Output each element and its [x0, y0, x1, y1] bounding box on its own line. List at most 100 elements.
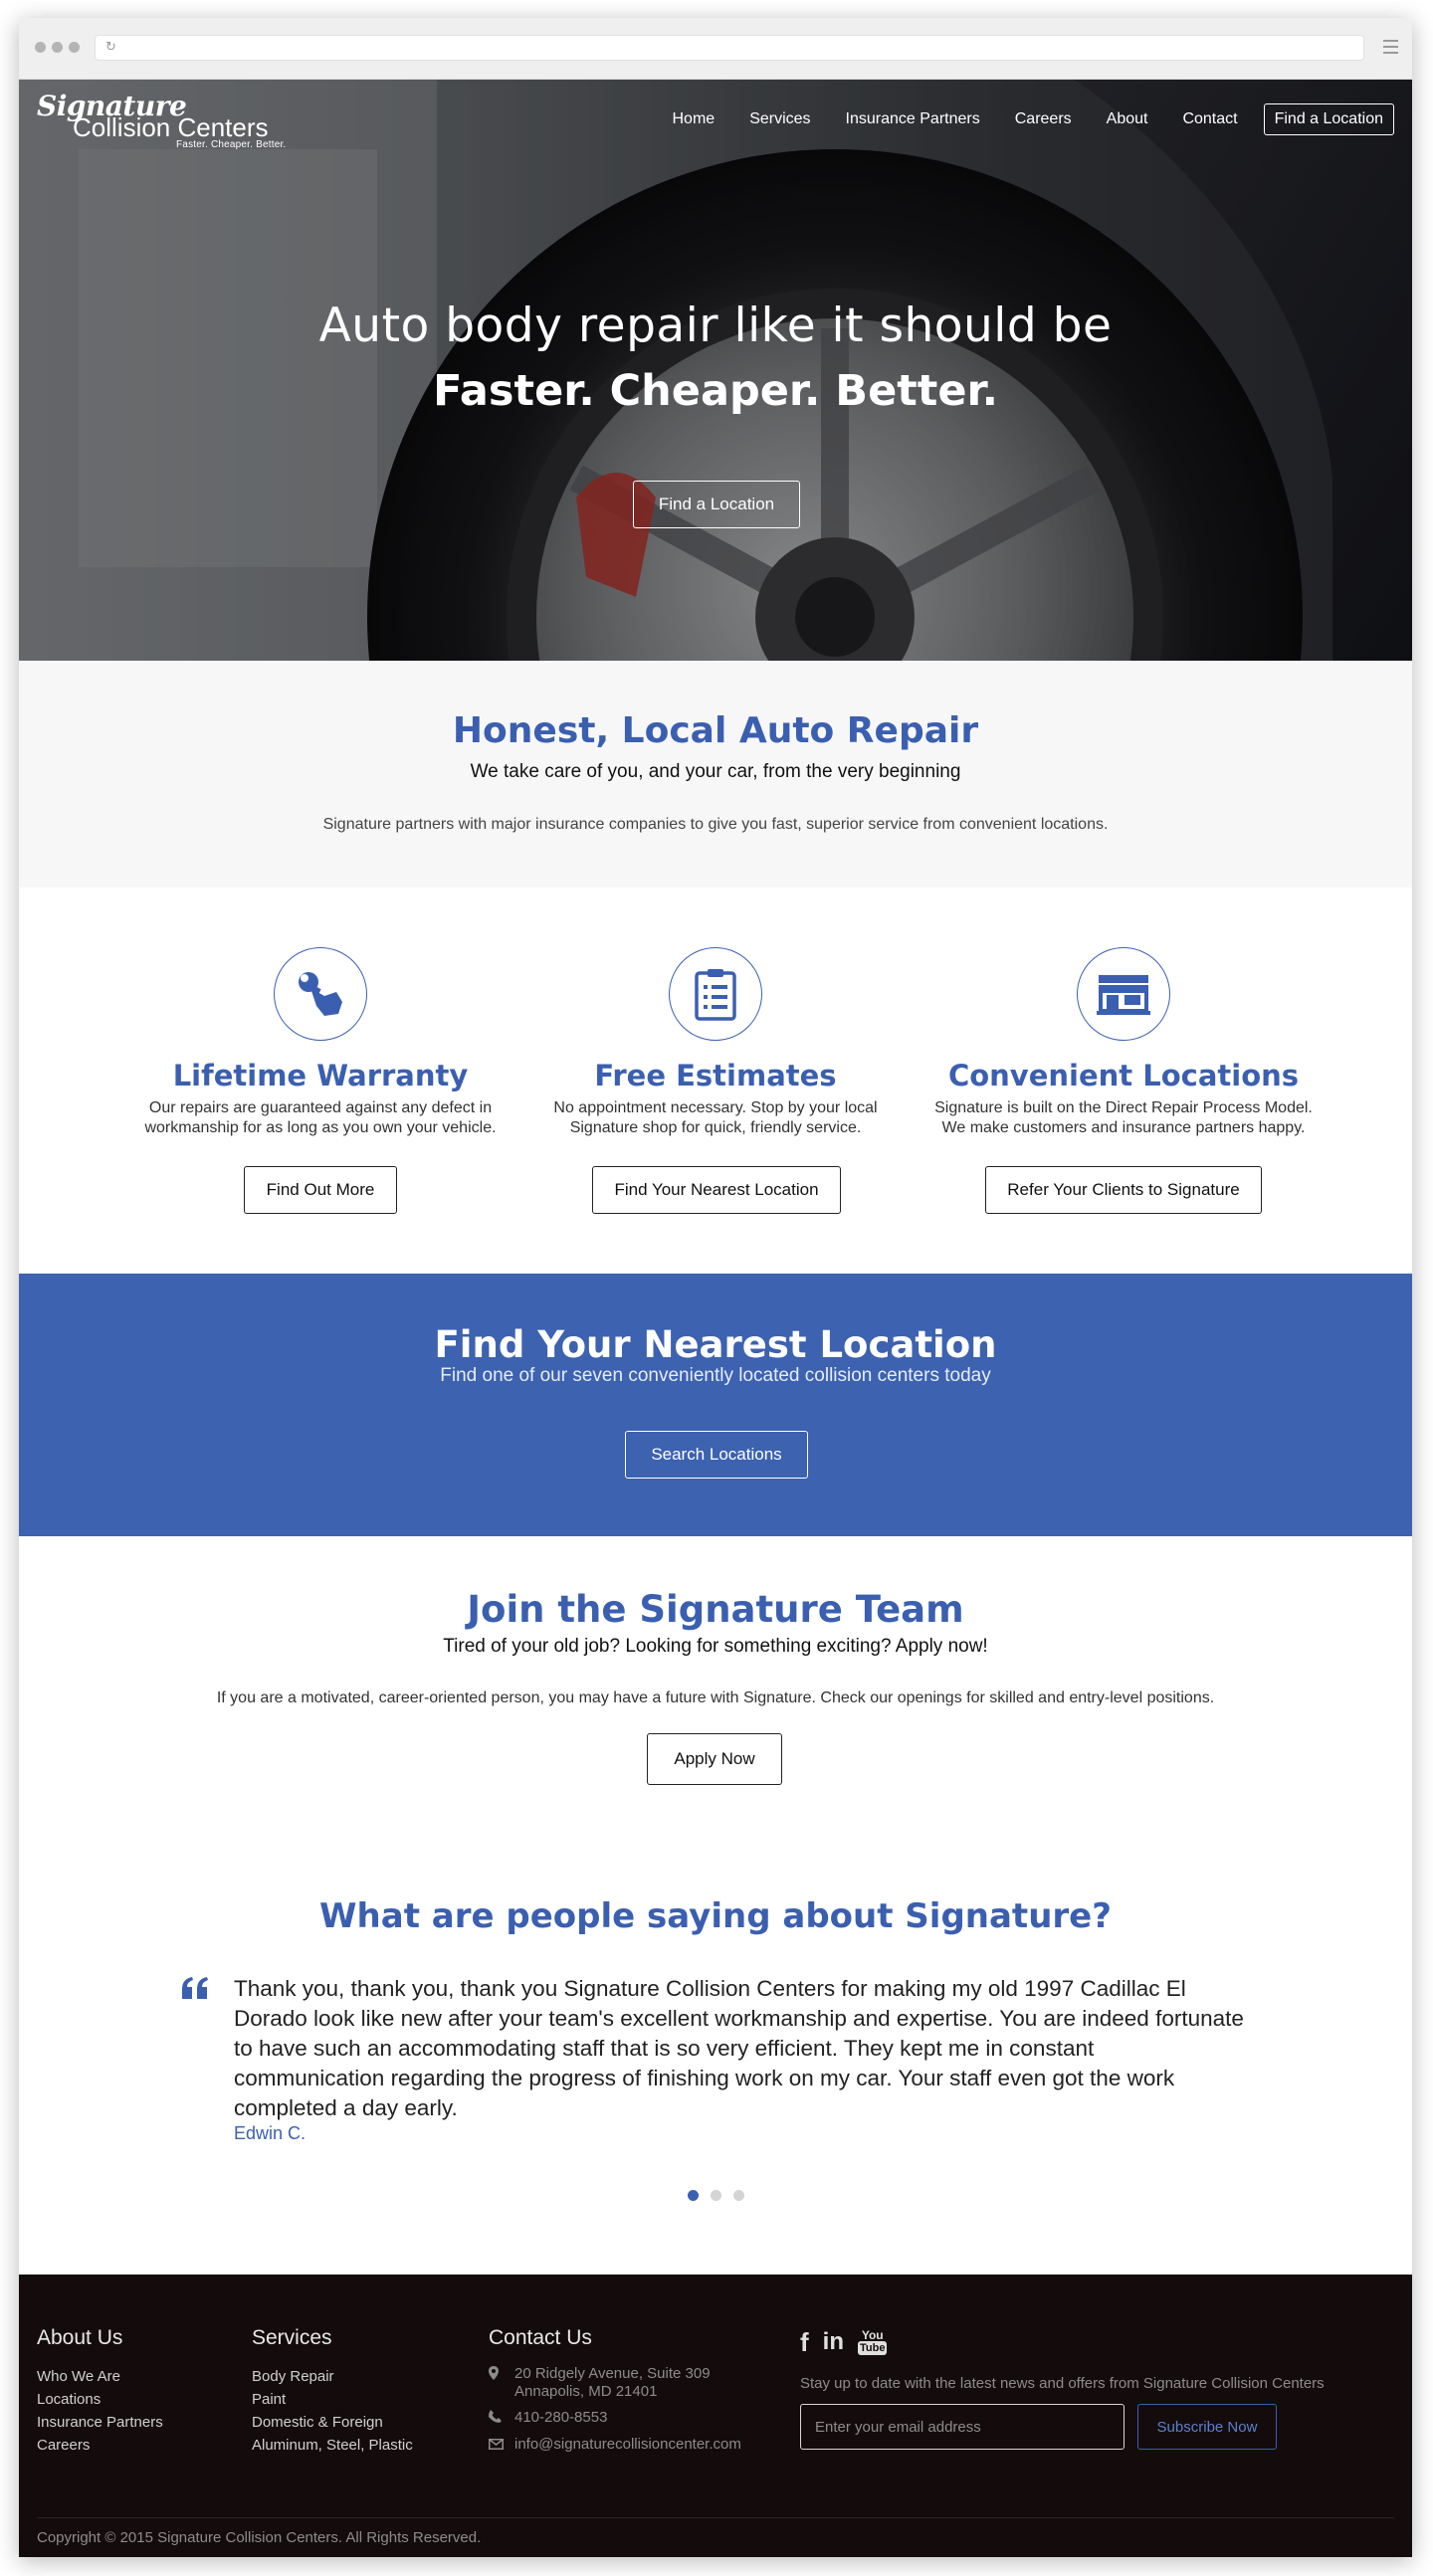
testimonial-quote: Thank you, thank you, thank you Signatur… [234, 1976, 1244, 2120]
contact-phone: 410-280-8553 [489, 2409, 741, 2428]
footer-link-aluminum-steel-plastic[interactable]: Aluminum, Steel, Plastic [252, 2434, 413, 2457]
storefront-icon [1077, 947, 1170, 1041]
footer-link-locations[interactable]: Locations [37, 2388, 163, 2411]
intro-subtitle: We take care of you, and your car, from … [470, 761, 961, 782]
intro-body: Signature partners with major insurance … [322, 816, 1109, 833]
testimonial-section: What are people saying about Signature? … [19, 1835, 1412, 2275]
linkedin-icon[interactable]: in [823, 2329, 844, 2355]
footer-link-who-we-are[interactable]: Who We Are [37, 2365, 163, 2388]
newsletter-email-input[interactable] [800, 2404, 1125, 2450]
band-subtitle: Find one of our seven conveniently locat… [440, 1365, 991, 1386]
nav-contact[interactable]: Contact [1182, 110, 1237, 128]
join-title: Join the Signature Team [467, 1588, 964, 1631]
site-footer: About Us Who We Are Locations Insurance … [19, 2275, 1412, 2557]
join-body: If you are a motivated, career-oriented … [216, 1689, 1215, 1706]
contact-address-text: 20 Ridgely Avenue, Suite 309 Annapolis, M… [514, 2365, 711, 2401]
testimonial-author: Edwin C. [234, 2123, 307, 2143]
contact-address: 20 Ridgely Avenue, Suite 309 Annapolis, M… [489, 2365, 741, 2401]
address-line: Annapolis, MD 21401 [514, 2383, 658, 2400]
hero-find-location-button[interactable]: Find a Location [633, 481, 800, 528]
footer-link-insurance-partners[interactable]: Insurance Partners [37, 2411, 163, 2434]
quote-icon [182, 1977, 208, 1999]
window-controls [35, 42, 80, 53]
nav-careers[interactable]: Careers [1015, 110, 1072, 128]
logo-main-text: Collision Centers [73, 112, 269, 142]
contact-email: info@signaturecollisioncenter.com [489, 2436, 741, 2455]
find-out-more-button[interactable]: Find Out More [244, 1166, 397, 1214]
minimize-window-dot[interactable] [52, 42, 63, 53]
carousel-dot[interactable] [688, 2190, 699, 2201]
newsletter-text: Stay up to date with the latest news and… [800, 2375, 1325, 2392]
hero-tagline: Faster. Cheaper. Better. [433, 366, 998, 416]
copyright-text: Copyright © 2015 Signature Collision Cen… [37, 2529, 482, 2546]
browser-chrome: ↻ [19, 18, 1412, 80]
hero-title: Auto body repair like it should be [318, 298, 1113, 353]
footer-heading: Services [252, 2326, 332, 2349]
nav-home[interactable]: Home [673, 110, 716, 128]
footer-contact-column: Contact Us 20 Ridgely Avenue, Suite 309 A… [489, 2326, 741, 2461]
nav-insurance-partners[interactable]: Insurance Partners [846, 110, 980, 128]
feature-text: No appointment necessary. Stop by your l… [507, 1098, 924, 1138]
footer-services-column: Services Body Repair Paint Domestic & Fo… [252, 2326, 413, 2457]
band-title: Find Your Nearest Location [434, 1323, 997, 1366]
reload-icon[interactable]: ↻ [105, 40, 116, 55]
feature-title: Lifetime Warranty [172, 1059, 469, 1092]
nav-find-location-button[interactable]: Find a Location [1263, 103, 1394, 135]
phone-icon [489, 2409, 514, 2428]
feature-text-line: Signature shop for quick, friendly servi… [569, 1119, 862, 1136]
footer-link-body-repair[interactable]: Body Repair [252, 2365, 413, 2388]
feature-title: Free Estimates [594, 1059, 837, 1092]
nav-services[interactable]: Services [749, 110, 810, 128]
feature-text-line: No appointment necessary. Stop by your l… [553, 1099, 878, 1116]
facebook-icon[interactable]: f [800, 2329, 809, 2355]
envelope-icon [489, 2436, 514, 2455]
carousel-dot[interactable] [711, 2190, 721, 2201]
maximize-window-dot[interactable] [69, 42, 80, 53]
wrench-icon [274, 947, 367, 1041]
find-location-band: Find Your Nearest Location Find one of o… [19, 1274, 1412, 1536]
browser-window: ↻ Signature Collision Centers Faster. Ch… [19, 18, 1412, 2557]
intro-title: Honest, Local Auto Repair [452, 710, 979, 751]
contact-phone-text[interactable]: 410-280-8553 [514, 2409, 607, 2427]
main-nav: Home Services Insurance Partners Careers… [638, 103, 1394, 135]
footer-about-column: About Us Who We Are Locations Insurance … [37, 2326, 163, 2457]
logo-tagline: Faster. Cheaper. Better. [176, 139, 287, 150]
feature-text-line: We make customers and insurance partners… [941, 1119, 1306, 1136]
feature-text-line: workmanship for as long as you own your … [144, 1119, 497, 1136]
find-nearest-location-button[interactable]: Find Your Nearest Location [592, 1166, 841, 1214]
social-links: f in You Tube [800, 2328, 888, 2355]
refer-clients-button[interactable]: Refer Your Clients to Signature [985, 1166, 1262, 1214]
join-team-section: Join the Signature Team Tired of your ol… [19, 1536, 1412, 1835]
carousel-dots [688, 2190, 744, 2201]
intro-section: Honest, Local Auto Repair We take care o… [19, 661, 1412, 888]
feature-text-line: Our repairs are guaranteed against any d… [148, 1099, 493, 1116]
carousel-dot[interactable] [733, 2190, 744, 2201]
search-locations-button[interactable]: Search Locations [625, 1431, 808, 1479]
clipboard-icon [669, 947, 762, 1041]
join-subtitle: Tired of your old job? Looking for somet… [443, 1636, 988, 1657]
subscribe-button[interactable]: Subscribe Now [1137, 2404, 1277, 2450]
feature-text: Our repairs are guaranteed against any d… [111, 1098, 529, 1138]
footer-heading: Contact Us [489, 2326, 592, 2349]
contact-email-text[interactable]: info@signaturecollisioncenter.com [514, 2436, 741, 2454]
testimonial-title: What are people saying about Signature? [319, 1896, 1112, 1936]
browser-menu-icon[interactable] [1383, 40, 1398, 54]
youtube-icon-bottom: Tube [858, 2341, 888, 2355]
footer-heading: About Us [37, 2326, 123, 2349]
features-section: Lifetime Warranty Our repairs are guaran… [19, 888, 1412, 1274]
address-bar[interactable]: ↻ [95, 35, 1364, 61]
footer-link-careers[interactable]: Careers [37, 2434, 163, 2457]
nav-about[interactable]: About [1107, 110, 1148, 128]
footer-divider [37, 2517, 1394, 2518]
site-logo[interactable]: Signature Collision Centers Faster. Chea… [37, 92, 287, 151]
close-window-dot[interactable] [35, 42, 46, 53]
footer-link-domestic-foreign[interactable]: Domestic & Foreign [252, 2411, 413, 2434]
feature-title: Convenient Locations [947, 1059, 1300, 1092]
apply-now-button[interactable]: Apply Now [647, 1733, 782, 1785]
hero-section: Signature Collision Centers Faster. Chea… [19, 80, 1412, 661]
youtube-icon[interactable]: You Tube [858, 2328, 888, 2355]
footer-link-paint[interactable]: Paint [252, 2388, 413, 2411]
map-pin-icon [489, 2365, 514, 2385]
address-line: 20 Ridgely Avenue, Suite 309 [514, 2365, 711, 2382]
youtube-icon-top: You [861, 2328, 884, 2342]
